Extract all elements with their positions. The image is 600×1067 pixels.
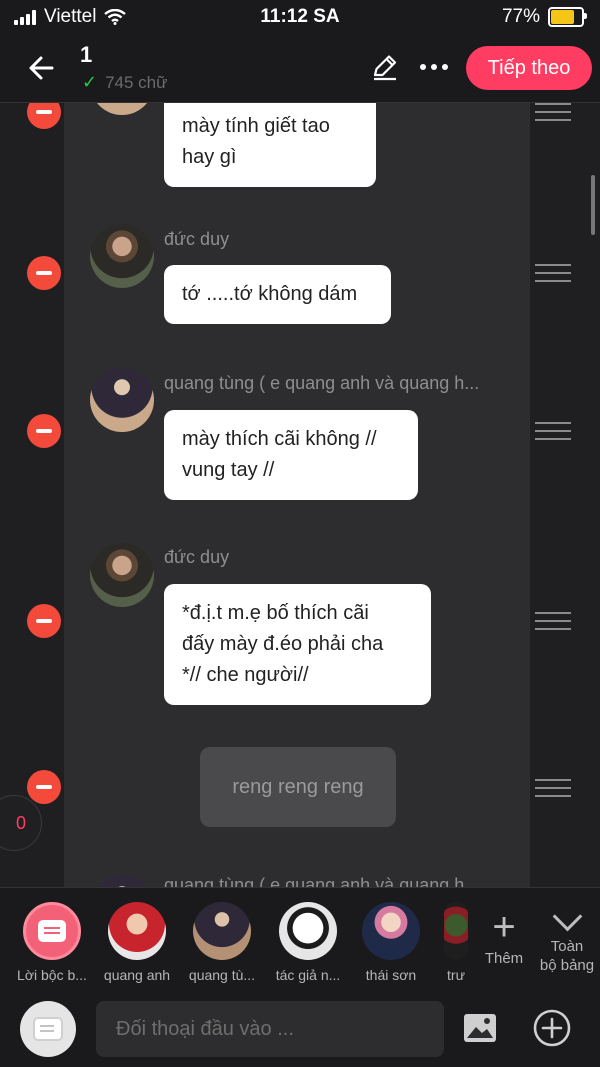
character-narration[interactable]: Lời bộc b... [14, 902, 90, 983]
avatar [362, 902, 420, 960]
more-options-icon[interactable] [414, 52, 454, 82]
avatar [108, 902, 166, 960]
sender-name: quang tùng ( e quang anh và quang h... [164, 373, 480, 393]
avatar [90, 224, 154, 288]
narration-icon [33, 1017, 63, 1041]
battery-percent: 77% [501, 6, 540, 27]
message-bubble[interactable]: *đ.ị.t m.ẹ bố thích cãi đấy mày đ.éo phả… [164, 584, 431, 705]
character-quang-tung[interactable]: quang tù... [184, 902, 260, 983]
drag-handle-icon[interactable] [535, 779, 571, 797]
dialogue-input[interactable] [96, 1001, 444, 1057]
delete-message-button[interactable] [27, 604, 61, 638]
show-all-characters-button[interactable]: Toàn bộ bảng [536, 901, 598, 975]
narration-toggle-button[interactable] [20, 1001, 76, 1057]
drag-handle-icon[interactable] [535, 264, 571, 282]
pencil-icon[interactable] [370, 52, 400, 82]
editor-header: 1 ✓ 745 chữ Tiếp theo [0, 34, 600, 103]
left-rail [0, 103, 64, 887]
delete-message-button[interactable] [27, 414, 61, 448]
chat-editor: mày tính giết tao hay gì đức duy tớ ....… [0, 103, 600, 887]
character-quang-anh[interactable]: quang anh [100, 902, 174, 983]
next-button[interactable]: Tiếp theo [466, 46, 592, 90]
avatar [444, 902, 468, 960]
character-bar: Lời bộc b... quang anh quang tù... tác g… [0, 887, 600, 990]
avatar [279, 902, 337, 960]
add-circle-icon[interactable] [532, 1008, 572, 1048]
sender-name: đức duy [164, 229, 230, 249]
add-character-button[interactable]: + Thêm [482, 905, 526, 967]
character-truncated[interactable]: trư [440, 902, 472, 983]
check-icon: ✓ [82, 72, 98, 92]
sender-name: đức duy [164, 547, 230, 567]
character-thai-son[interactable]: thái sơn [356, 902, 426, 983]
narration-bubble[interactable]: reng reng reng [200, 747, 396, 827]
avatar [90, 543, 154, 607]
back-arrow-icon[interactable] [22, 48, 62, 88]
story-title: 1 [80, 42, 93, 67]
sender-name: quang tùng ( e quang anh và quang h... [164, 875, 480, 887]
status-right: 77% [501, 6, 587, 28]
avatar [90, 368, 154, 432]
message-bubble[interactable]: tớ .....tớ không dám [164, 265, 391, 324]
battery-icon [548, 7, 587, 27]
plus-icon: + [492, 905, 516, 949]
right-rail [530, 103, 600, 887]
character-author[interactable]: tác giả n... [270, 902, 346, 983]
drag-handle-icon[interactable] [535, 612, 571, 630]
input-bar [0, 990, 600, 1067]
delete-message-button[interactable] [27, 770, 61, 804]
message-bubble[interactable]: mày thích cãi không // vung tay // [164, 410, 418, 500]
scrollbar[interactable] [591, 175, 595, 235]
image-icon[interactable] [462, 1012, 498, 1044]
status-bar: Viettel 11:12 SA 77% [0, 0, 600, 34]
delete-message-button[interactable] [27, 256, 61, 290]
word-count-text: 745 chữ [105, 72, 168, 92]
narration-icon [23, 902, 81, 960]
avatar [193, 902, 251, 960]
word-count: ✓ 745 chữ [82, 72, 168, 93]
message-bubble[interactable]: mày tính giết tao hay gì [164, 103, 376, 187]
drag-handle-icon[interactable] [535, 422, 571, 440]
chevron-down-icon [552, 901, 582, 932]
drag-handle-icon[interactable] [535, 103, 571, 121]
